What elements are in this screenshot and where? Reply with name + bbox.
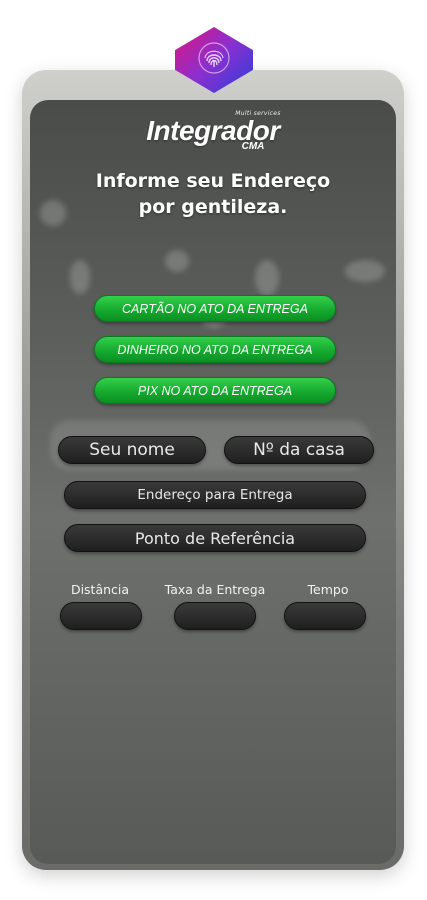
pay-pix-button[interactable]: PIX NO ATO DA ENTREGA bbox=[94, 377, 336, 404]
badge-shape bbox=[175, 27, 253, 93]
pay-card-button[interactable]: CARTÃO NO ATO DA ENTREGA bbox=[94, 295, 336, 322]
fingerprint-icon bbox=[197, 41, 231, 79]
reference-field[interactable]: Ponto de Referência bbox=[64, 524, 366, 552]
fee-label: Taxa da Entrega bbox=[164, 582, 266, 597]
page-title-line2: por gentileza. bbox=[138, 196, 288, 218]
distance-label: Distância bbox=[70, 582, 130, 597]
page-title: Informe seu Endereço por gentileza. bbox=[30, 168, 396, 220]
time-label: Tempo bbox=[307, 582, 349, 597]
background-blur bbox=[70, 260, 90, 294]
name-field[interactable]: Seu nome bbox=[58, 436, 206, 464]
page-title-line1: Informe seu Endereço bbox=[95, 170, 331, 192]
background-blur bbox=[345, 260, 385, 282]
app-badge bbox=[162, 14, 266, 106]
brand-logo: Multi services Integrador CMA bbox=[30, 110, 396, 152]
background-blur bbox=[255, 260, 279, 296]
time-value bbox=[284, 602, 366, 630]
brand-tagline: Multi services bbox=[235, 110, 281, 117]
address-field[interactable]: Endereço para Entrega bbox=[64, 481, 366, 509]
app-screen: Multi services Integrador CMA Informe se… bbox=[30, 100, 396, 864]
app-frame: Multi services Integrador CMA Informe se… bbox=[22, 70, 404, 870]
pay-cash-button[interactable]: DINHEIRO NO ATO DA ENTREGA bbox=[94, 336, 336, 363]
background-blur bbox=[165, 250, 189, 272]
house-number-field[interactable]: Nº da casa bbox=[224, 436, 374, 464]
fee-value bbox=[174, 602, 256, 630]
distance-value bbox=[60, 602, 142, 630]
